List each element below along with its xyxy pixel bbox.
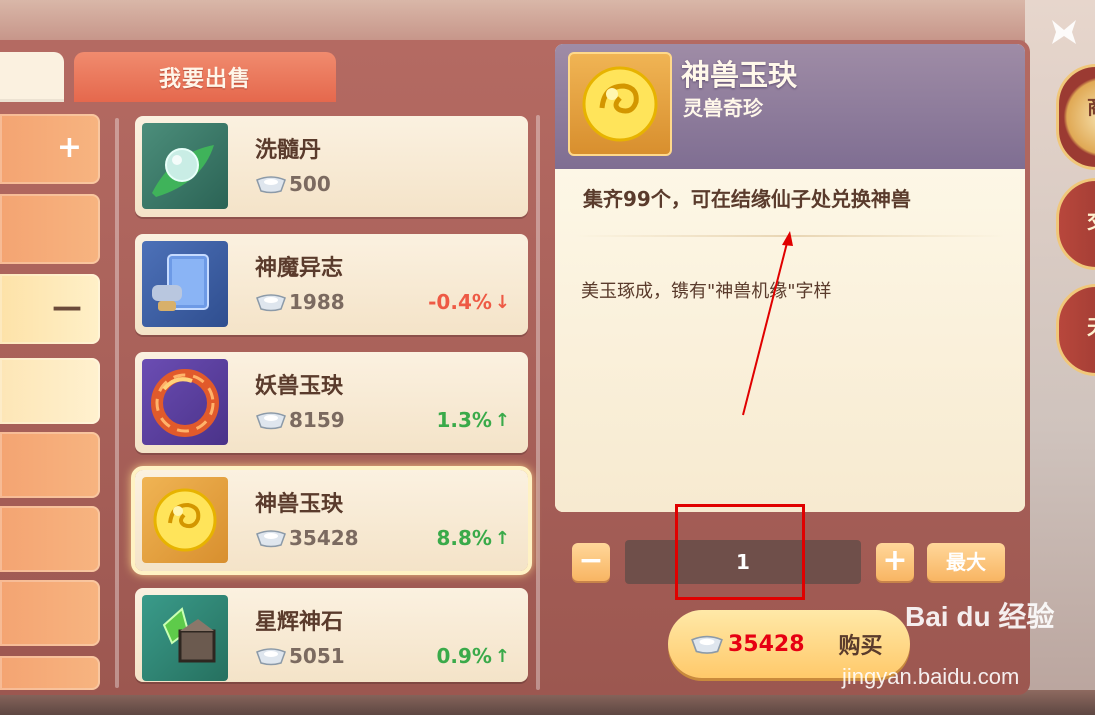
list-item[interactable]: 神魔异志 1988 -0.4% ↓ — [135, 234, 528, 335]
category-item[interactable]: + — [0, 114, 100, 184]
expand-icon: + — [56, 130, 82, 165]
list-item[interactable]: 星辉神石 5051 0.9% ↑ — [135, 588, 528, 682]
star-gem-stone-icon — [142, 595, 228, 681]
price-change-value: 8.8% — [436, 526, 492, 550]
close-icon[interactable] — [1048, 16, 1080, 48]
arrow-up-icon: ↑ — [494, 645, 510, 667]
buy-price: 35428 — [728, 631, 805, 657]
item-price: 1988 — [255, 290, 345, 314]
arrow-up-icon: ↑ — [494, 527, 510, 549]
baidu-watermark-url: jingyan.baidu.com — [842, 664, 1020, 689]
item-name: 神兽玉玦 — [255, 492, 344, 517]
red-dragon-jade-icon — [142, 359, 228, 445]
detail-title: 神兽玉玦 — [681, 58, 798, 92]
item-price-value: 500 — [289, 172, 331, 196]
item-name: 神魔异志 — [255, 256, 344, 281]
annotation-box — [675, 504, 805, 600]
jade-pill-on-leaf-icon — [142, 123, 228, 209]
subcategory-item[interactable] — [0, 358, 100, 424]
price-change: 1.3% ↑ — [436, 408, 510, 432]
price-change: 0.9% ↑ — [436, 644, 510, 668]
silver-ingot-icon — [256, 648, 286, 666]
silver-ingot-icon — [256, 294, 286, 312]
side-tab-label: 商 — [1087, 91, 1095, 120]
item-price: 500 — [255, 172, 331, 196]
item-price-value: 8159 — [289, 408, 345, 432]
max-quantity-button[interactable]: 最大 — [927, 543, 1005, 581]
silver-ingot-icon — [256, 176, 286, 194]
category-item[interactable] — [0, 506, 100, 572]
detail-subtitle: 灵兽奇珍 — [683, 96, 763, 120]
item-list-scrollbar[interactable] — [536, 115, 540, 690]
category-item[interactable] — [0, 432, 100, 498]
category-scrollbar[interactable] — [115, 118, 119, 688]
annotation-arrow-icon — [742, 231, 793, 416]
arrow-down-icon: ↓ — [494, 291, 510, 313]
quantity-decrease-button[interactable]: − — [572, 543, 610, 581]
golden-jade-icon — [568, 52, 672, 156]
category-item-active[interactable]: — — [0, 274, 100, 344]
detail-header: 神兽玉玦 灵兽奇珍 — [555, 44, 1025, 169]
price-change-value: -0.4% — [428, 290, 492, 314]
side-tab-label: 交 — [1087, 205, 1095, 234]
golden-jade-icon — [142, 477, 228, 563]
buy-label: 购买 — [838, 634, 883, 659]
item-name: 洗髓丹 — [255, 138, 322, 163]
item-price: 8159 — [255, 408, 345, 432]
price-change-value: 0.9% — [436, 644, 492, 668]
price-change: 8.8% ↑ — [436, 526, 510, 550]
tab-sell[interactable]: 我要出售 — [74, 52, 336, 102]
top-background — [0, 0, 1095, 40]
baidu-watermark: Bai du 经验 — [905, 601, 1055, 632]
item-name: 妖兽玉玦 — [255, 374, 344, 399]
category-item[interactable] — [0, 656, 100, 690]
list-item[interactable]: 妖兽玉玦 8159 1.3% ↑ — [135, 352, 528, 453]
category-item[interactable] — [0, 194, 100, 264]
detail-exchange-note: 集齐99个，可在结缘仙子处兑换神兽 — [583, 187, 911, 211]
silver-ingot-icon — [691, 635, 723, 654]
collapse-icon: — — [52, 290, 82, 325]
silver-ingot-icon — [256, 412, 286, 430]
tab-buy[interactable] — [0, 52, 64, 102]
price-change-value: 1.3% — [436, 408, 492, 432]
quantity-increase-button[interactable]: + — [876, 543, 914, 581]
item-name: 星辉神石 — [255, 610, 344, 635]
item-price-value: 35428 — [289, 526, 359, 550]
list-item-selected[interactable]: 神兽玉玦 35428 8.8% ↑ — [131, 466, 532, 575]
list-item[interactable]: 洗髓丹 500 — [135, 116, 528, 217]
silver-ingot-icon — [256, 530, 286, 548]
item-price-value: 5051 — [289, 644, 345, 668]
item-price: 35428 — [255, 526, 359, 550]
item-price: 5051 — [255, 644, 345, 668]
arrow-up-icon: ↑ — [494, 409, 510, 431]
item-price-value: 1988 — [289, 290, 345, 314]
scroll-book-icon — [142, 241, 228, 327]
side-tab-label: 天 — [1087, 311, 1095, 340]
price-change: -0.4% ↓ — [428, 290, 510, 314]
category-item[interactable] — [0, 580, 100, 646]
